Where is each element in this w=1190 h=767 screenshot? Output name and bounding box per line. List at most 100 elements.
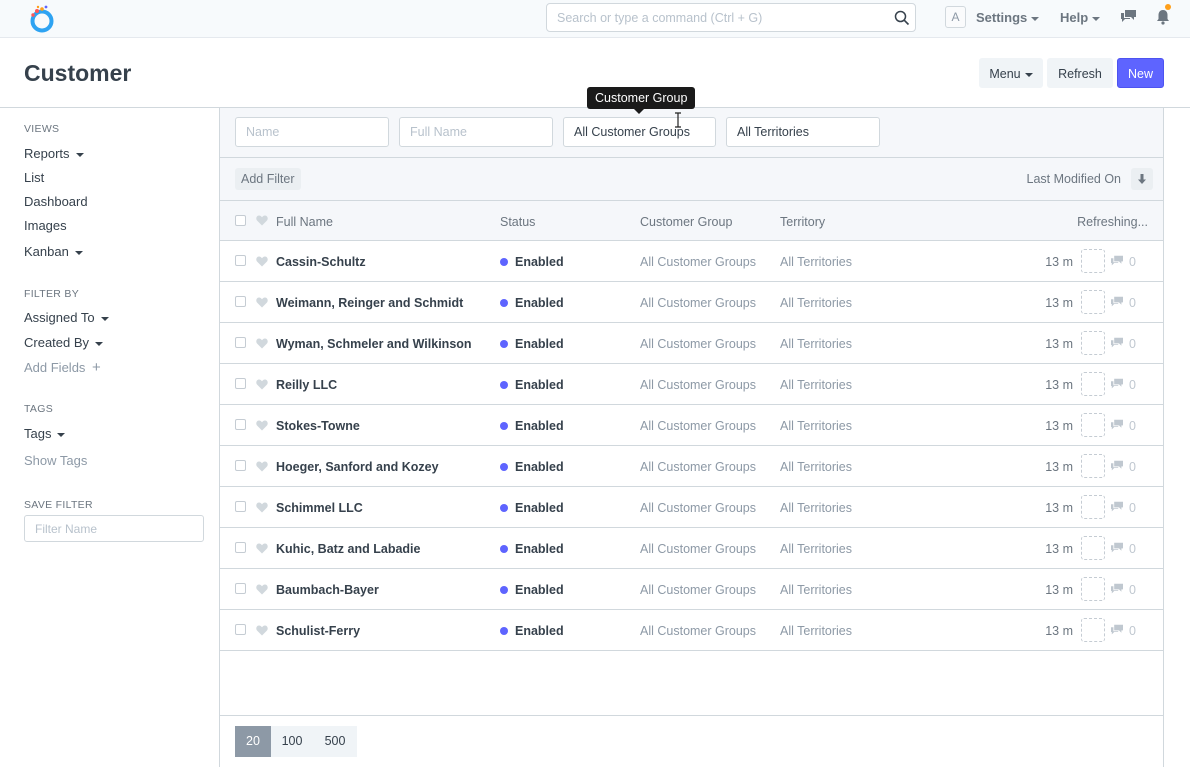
territory-cell[interactable]: All Territories (780, 419, 852, 433)
assign-placeholder[interactable] (1081, 413, 1105, 437)
heart-icon[interactable] (256, 297, 268, 308)
row-checkbox[interactable] (235, 624, 246, 635)
customer-group-cell[interactable]: All Customer Groups (640, 542, 756, 556)
heart-icon[interactable] (256, 625, 268, 636)
comment-count[interactable]: 0 (1110, 255, 1136, 269)
name-filter-input[interactable] (246, 119, 388, 145)
territory-cell[interactable]: All Territories (780, 583, 852, 597)
customer-name-link[interactable]: Kuhic, Batz and Labadie (276, 542, 420, 556)
row-checkbox[interactable] (235, 460, 246, 471)
sidebar-item-reports[interactable]: Reports (24, 146, 84, 161)
comment-count[interactable]: 0 (1110, 419, 1136, 433)
territory-filter[interactable]: All Territories (726, 117, 880, 147)
assign-placeholder[interactable] (1081, 536, 1105, 560)
assign-placeholder[interactable] (1081, 495, 1105, 519)
heart-icon[interactable] (256, 584, 268, 595)
table-row[interactable]: Baumbach-Bayer Enabled All Customer Groups… (220, 569, 1163, 610)
sidebar-item-images[interactable]: Images (24, 218, 67, 233)
assign-placeholder[interactable] (1081, 577, 1105, 601)
sidebar-item-dashboard[interactable]: Dashboard (24, 194, 88, 209)
show-tags-link[interactable]: Show Tags (24, 453, 87, 468)
heart-icon[interactable] (256, 215, 268, 226)
customer-group-filter[interactable]: All Customer Groups (563, 117, 716, 147)
customer-group-cell[interactable]: All Customer Groups (640, 378, 756, 392)
chat-icon[interactable] (1120, 9, 1137, 24)
new-button[interactable]: New (1117, 58, 1164, 88)
customer-group-cell[interactable]: All Customer Groups (640, 583, 756, 597)
row-checkbox[interactable] (235, 296, 246, 307)
customer-name-link[interactable]: Stokes-Towne (276, 419, 360, 433)
territory-cell[interactable]: All Territories (780, 542, 852, 556)
full-name-filter-input[interactable] (410, 119, 552, 145)
row-checkbox[interactable] (235, 419, 246, 430)
assign-placeholder[interactable] (1081, 372, 1105, 396)
table-row[interactable]: Kuhic, Batz and Labadie Enabled All Custom… (220, 528, 1163, 569)
select-all-checkbox[interactable] (235, 215, 246, 226)
customer-name-link[interactable]: Weimann, Reinger and Schmidt (276, 296, 463, 310)
territory-cell[interactable]: All Territories (780, 460, 852, 474)
customer-name-link[interactable]: Wyman, Schmeler and Wilkinson (276, 337, 472, 351)
comment-count[interactable]: 0 (1110, 542, 1136, 556)
heart-icon[interactable] (256, 420, 268, 431)
customer-group-cell[interactable]: All Customer Groups (640, 419, 756, 433)
page-length-20-button[interactable]: 20 (235, 726, 271, 757)
assign-placeholder[interactable] (1081, 249, 1105, 273)
assign-placeholder[interactable] (1081, 454, 1105, 478)
heart-icon[interactable] (256, 543, 268, 554)
table-row[interactable]: Reilly LLC Enabled All Customer Groups All … (220, 364, 1163, 405)
status-indicator[interactable]: Enabled (500, 460, 564, 474)
bell-icon[interactable] (1156, 9, 1170, 25)
comment-count[interactable]: 0 (1110, 378, 1136, 392)
status-indicator[interactable]: Enabled (500, 296, 564, 310)
table-row[interactable]: Weimann, Reinger and Schmidt Enabled All C… (220, 282, 1163, 323)
add-fields-link[interactable]: Add Fields + (24, 359, 101, 376)
customer-name-link[interactable]: Cassin-Schultz (276, 255, 366, 269)
row-checkbox[interactable] (235, 542, 246, 553)
customer-name-link[interactable]: Baumbach-Bayer (276, 583, 379, 597)
filter-name-input[interactable] (24, 515, 204, 542)
customer-name-link[interactable]: Schimmel LLC (276, 501, 363, 515)
table-row[interactable]: Hoeger, Sanford and Kozey Enabled All Cust… (220, 446, 1163, 487)
customer-group-cell[interactable]: All Customer Groups (640, 337, 756, 351)
search-icon[interactable] (894, 10, 910, 26)
status-indicator[interactable]: Enabled (500, 501, 564, 515)
status-indicator[interactable]: Enabled (500, 583, 564, 597)
page-length-500-button[interactable]: 500 (313, 726, 357, 757)
row-checkbox[interactable] (235, 337, 246, 348)
customer-name-link[interactable]: Reilly LLC (276, 378, 337, 392)
app-logo-icon[interactable] (29, 4, 57, 34)
territory-cell[interactable]: All Territories (780, 255, 852, 269)
comment-count[interactable]: 0 (1110, 460, 1136, 474)
row-checkbox[interactable] (235, 501, 246, 512)
customer-group-cell[interactable]: All Customer Groups (640, 296, 756, 310)
assign-placeholder[interactable] (1081, 290, 1105, 314)
assign-placeholder[interactable] (1081, 618, 1105, 642)
awesome-bar[interactable] (546, 3, 916, 32)
sidebar-item-kanban[interactable]: Kanban (24, 244, 83, 259)
territory-cell[interactable]: All Territories (780, 624, 852, 638)
full-name-filter[interactable] (399, 117, 553, 147)
comment-count[interactable]: 0 (1110, 624, 1136, 638)
customer-name-link[interactable]: Schulist-Ferry (276, 624, 360, 638)
help-dropdown[interactable]: Help (1060, 10, 1101, 25)
territory-cell[interactable]: All Territories (780, 296, 852, 310)
table-row[interactable]: Schulist-Ferry Enabled All Customer Groups… (220, 610, 1163, 651)
status-indicator[interactable]: Enabled (500, 542, 564, 556)
table-row[interactable]: Wyman, Schmeler and Wilkinson Enabled All … (220, 323, 1163, 364)
row-checkbox[interactable] (235, 378, 246, 389)
table-row[interactable]: Stokes-Towne Enabled All Customer Groups Al… (220, 405, 1163, 446)
comment-count[interactable]: 0 (1110, 337, 1136, 351)
status-indicator[interactable]: Enabled (500, 624, 564, 638)
customer-group-cell[interactable]: All Customer Groups (640, 460, 756, 474)
territory-cell[interactable]: All Territories (780, 378, 852, 392)
comment-count[interactable]: 0 (1110, 583, 1136, 597)
table-row[interactable]: Schimmel LLC Enabled All Customer Groups Al… (220, 487, 1163, 528)
customer-group-cell[interactable]: All Customer Groups (640, 624, 756, 638)
table-row[interactable]: Cassin-Schultz Enabled All Customer Groups… (220, 241, 1163, 282)
sidebar-item-list[interactable]: List (24, 170, 44, 185)
sort-selector[interactable]: Last Modified On (1027, 172, 1122, 186)
customer-group-cell[interactable]: All Customer Groups (640, 255, 756, 269)
status-indicator[interactable]: Enabled (500, 378, 564, 392)
name-filter[interactable] (235, 117, 389, 147)
page-length-100-button[interactable]: 100 (271, 726, 313, 757)
